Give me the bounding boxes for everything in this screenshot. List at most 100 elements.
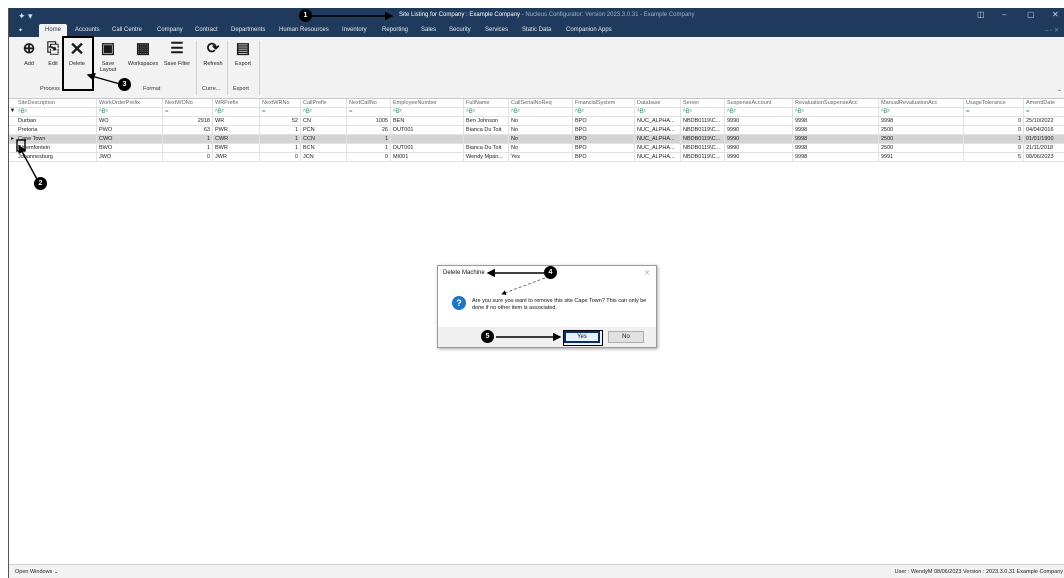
save-filter-button[interactable]: ☰ Save Filter <box>163 41 191 68</box>
menu-departments[interactable]: Departments <box>231 27 265 33</box>
column-header[interactable]: WorkOrderPrefix <box>97 99 163 108</box>
table-row[interactable]: Pretoria PWO 63 PWR 1 PCN 26 DUT001 Bianca Du To… <box>9 126 1064 135</box>
minimize-icon[interactable]: – <box>1002 10 1006 19</box>
table-row[interactable]: Johannesburg JWO 0 JWR 0 JCN 0 MI001 Wendy Mpan.… <box>9 153 1064 162</box>
table-cell[interactable]: MI001 <box>391 153 464 162</box>
table-cell[interactable]: Wendy Mpan... <box>464 153 509 162</box>
table-cell[interactable]: Bianca Du Toit <box>464 126 509 135</box>
table-cell[interactable]: 9990 <box>725 126 793 135</box>
table-cell[interactable]: 9998 <box>793 144 879 153</box>
table-cell[interactable]: JCN <box>301 153 347 162</box>
table-cell[interactable]: WR <box>213 117 260 126</box>
filter-cell[interactable]: ᴬBᶜ <box>464 108 509 117</box>
table-cell[interactable]: 1 <box>163 144 213 153</box>
table-cell[interactable]: NBDB0119\C... <box>681 144 725 153</box>
table-cell[interactable]: BPO <box>573 153 635 162</box>
table-cell[interactable]: BPO <box>573 144 635 153</box>
menu-reporting[interactable]: Reporting <box>382 27 408 33</box>
table-cell[interactable]: 9998 <box>793 135 879 144</box>
column-header[interactable]: RevaluationSuspenseAcc <box>793 99 879 108</box>
table-cell[interactable]: DUT001 <box>391 144 464 153</box>
table-cell[interactable]: NUC_ALPHA... <box>635 135 681 144</box>
open-windows-button[interactable]: Open Windows ⌄ <box>15 569 58 575</box>
menu-inventory[interactable]: Inventory <box>342 27 367 33</box>
table-cell[interactable]: NBDB0119\C... <box>681 117 725 126</box>
refresh-button[interactable]: ⟳ Refresh <box>201 41 225 68</box>
table-cell[interactable]: 2918 <box>163 117 213 126</box>
export-button[interactable]: ▤ Export <box>231 41 255 68</box>
filter-cell[interactable]: ᴬBᶜ <box>635 108 681 117</box>
table-cell[interactable]: PWR <box>213 126 260 135</box>
yes-button[interactable]: Yes <box>563 330 603 346</box>
table-cell[interactable]: CWO <box>97 135 163 144</box>
table-cell[interactable]: 9990 <box>725 135 793 144</box>
table-cell[interactable]: 0 <box>964 117 1024 126</box>
filter-cell[interactable]: ᴬBᶜ <box>681 108 725 117</box>
menu-companion-apps[interactable]: Companion Apps <box>566 27 612 33</box>
table-cell[interactable]: 25/10/2022 <box>1024 117 1064 126</box>
table-cell[interactable]: 9998 <box>793 126 879 135</box>
table-cell[interactable]: 01/01/1900 <box>1024 135 1064 144</box>
filter-cell[interactable]: ᴬBᶜ <box>573 108 635 117</box>
table-cell[interactable]: JWR <box>213 153 260 162</box>
table-cell[interactable]: 9998 <box>879 117 964 126</box>
menu-human-resources[interactable]: Human Resources <box>279 27 329 33</box>
filter-funnel-icon[interactable]: ▼ <box>9 108 16 117</box>
table-cell[interactable]: 5 <box>964 153 1024 162</box>
table-row[interactable]: ▸ Cape Town CWO 1 CWR 1 CCN 1 No BPO NUC_ALPHA... N… <box>9 135 1064 144</box>
table-cell[interactable] <box>391 135 464 144</box>
table-cell[interactable]: BPO <box>573 126 635 135</box>
dialog-close-icon[interactable]: ✕ <box>644 269 650 277</box>
table-cell[interactable]: Ben Johnson <box>464 117 509 126</box>
column-header[interactable]: EmployeeNumber <box>391 99 464 108</box>
table-cell[interactable]: Johannesburg <box>16 153 97 162</box>
filter-cell[interactable]: ᴬBᶜ <box>97 108 163 117</box>
table-cell[interactable]: 0 <box>260 153 301 162</box>
table-cell[interactable]: 52 <box>260 117 301 126</box>
table-cell[interactable]: 21/11/2018 <box>1024 144 1064 153</box>
table-cell[interactable]: Durban <box>16 117 97 126</box>
table-cell[interactable]: NUC_ALPHA... <box>635 144 681 153</box>
column-header[interactable]: UsageTolerance <box>964 99 1024 108</box>
table-cell[interactable]: JWO <box>97 153 163 162</box>
filter-cell[interactable]: ᴬBᶜ <box>509 108 573 117</box>
table-cell[interactable]: BCN <box>301 144 347 153</box>
table-cell[interactable]: NBDB0119\C... <box>681 153 725 162</box>
menu-contract[interactable]: Contract <box>195 27 218 33</box>
table-cell[interactable]: 1 <box>964 135 1024 144</box>
table-cell[interactable]: 1 <box>260 144 301 153</box>
column-header[interactable]: ManualRevaluationAcc <box>879 99 964 108</box>
table-cell[interactable]: BEN <box>391 117 464 126</box>
column-header[interactable]: FinancialSystem <box>573 99 635 108</box>
filter-cell[interactable]: ᴬBᶜ <box>879 108 964 117</box>
table-cell[interactable]: 0 <box>347 153 391 162</box>
table-cell[interactable]: 1 <box>260 126 301 135</box>
table-row[interactable]: Durban WO 2918 WR 52 CN 1005 BEN Ben Johnson No BP… <box>9 117 1064 126</box>
save-layout-button[interactable]: ▣ Save Layout <box>93 41 123 74</box>
menu-app-icon[interactable]: ✦ <box>18 27 23 34</box>
column-header[interactable]: AmendDate <box>1024 99 1064 108</box>
table-cell[interactable]: NBDB0119\C... <box>681 126 725 135</box>
table-cell[interactable]: 0 <box>964 144 1024 153</box>
filter-cell[interactable]: ᴬBᶜ <box>391 108 464 117</box>
filter-cell[interactable]: = <box>1024 108 1064 117</box>
table-cell[interactable]: PCN <box>301 126 347 135</box>
table-cell[interactable]: 9990 <box>725 153 793 162</box>
table-cell[interactable]: 1 <box>260 135 301 144</box>
table-cell[interactable]: 1 <box>347 135 391 144</box>
filter-cell[interactable]: = <box>964 108 1024 117</box>
column-header[interactable]: SuspenseAccount <box>725 99 793 108</box>
table-cell[interactable]: NBDB0119\C... <box>681 135 725 144</box>
table-cell[interactable]: 9998 <box>793 153 879 162</box>
filter-cell[interactable]: ᴬBᶜ <box>725 108 793 117</box>
column-header[interactable]: FullName <box>464 99 509 108</box>
table-cell[interactable]: No <box>509 126 573 135</box>
table-cell[interactable]: PWO <box>97 126 163 135</box>
table-cell[interactable] <box>464 135 509 144</box>
table-cell[interactable]: 04/04/2016 <box>1024 126 1064 135</box>
filter-cell[interactable]: ᴬBᶜ <box>213 108 260 117</box>
table-cell[interactable]: 9990 <box>725 144 793 153</box>
column-header[interactable]: WRPrefix <box>213 99 260 108</box>
filter-cell[interactable]: ᴬBᶜ <box>793 108 879 117</box>
table-cell[interactable]: Yes <box>509 153 573 162</box>
